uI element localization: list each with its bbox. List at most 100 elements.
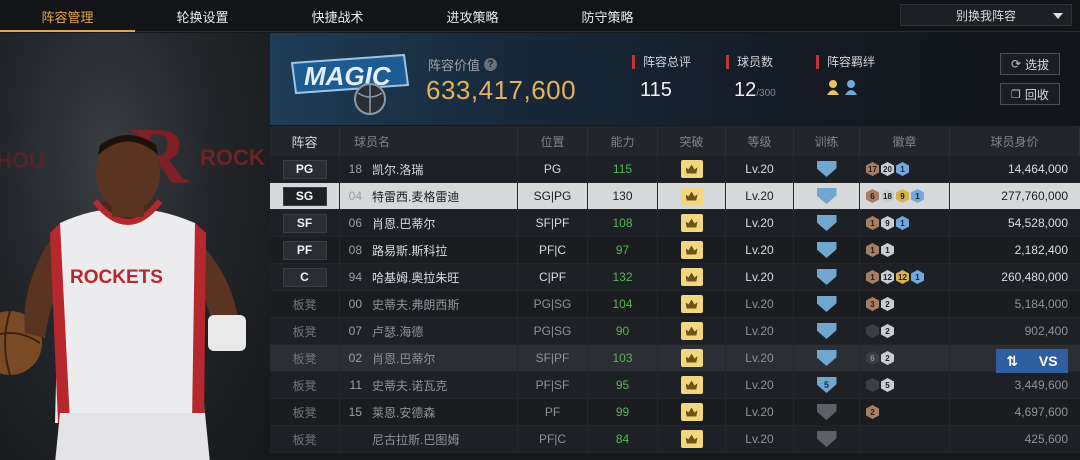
training-icon[interactable]	[816, 161, 837, 177]
tab-rotation-settings[interactable]: 轮换设置	[135, 0, 270, 32]
badge-icon[interactable]: 6	[866, 351, 879, 365]
table-row[interactable]: 板凳 00 史蒂夫.弗朗西斯 PG|SG 104 Lv.20 3 2 5,184,000	[270, 290, 1080, 318]
table-row[interactable]: 板凳 11 史蒂夫.诺瓦克 PF|SF 95 Lv.20 5 5 3,449,600	[270, 371, 1080, 399]
table-row[interactable]: 板凳 15 莱恩.安德森 PF 99 Lv.20 2 4,697,600	[270, 398, 1080, 426]
training-icon[interactable]	[816, 296, 837, 312]
player-name[interactable]: 哈基姆.奥拉朱旺	[368, 263, 518, 291]
table-row[interactable]: 板凳 02 肖恩.巴蒂尔 SF|PF 103 Lv.20 6 2	[270, 344, 1080, 372]
bond-icons[interactable]	[826, 79, 875, 95]
player-position: C|PF	[518, 263, 588, 291]
lineup-slot[interactable]: 板凳	[270, 425, 340, 453]
breakthrough-icon[interactable]	[680, 187, 703, 205]
badge-icon[interactable]	[866, 324, 879, 338]
training-icon[interactable]	[816, 269, 837, 285]
breakthrough-icon[interactable]	[680, 322, 703, 340]
badge-icon[interactable]: 17	[866, 162, 879, 176]
player-name[interactable]: 卢瑟.海德	[368, 317, 518, 345]
breakthrough-icon[interactable]	[680, 376, 703, 394]
training-icon[interactable]	[816, 404, 837, 420]
player-name[interactable]: 尼古拉斯.巴图姆	[368, 425, 518, 453]
breakthrough-icon[interactable]	[680, 430, 703, 448]
player-name[interactable]: 肖恩.巴蒂尔	[368, 344, 518, 372]
select-button[interactable]: ⟳ 选拔	[1000, 53, 1060, 75]
badge-icon[interactable]: 18	[881, 189, 894, 203]
badge-icon[interactable]: 9	[896, 189, 909, 203]
table-row[interactable]: PF 08 路易斯.斯科拉 PF|C 97 Lv.20 1 1 2,182,400	[270, 236, 1080, 264]
badge-icon[interactable]: 1	[866, 216, 879, 230]
tab-lineup-management[interactable]: 阵容管理	[0, 0, 135, 32]
lineup-slot[interactable]: 板凳	[270, 371, 340, 399]
training-icon[interactable]	[816, 188, 837, 204]
lineup-slot[interactable]: 板凳	[270, 344, 340, 372]
badge-icon[interactable]: 2	[866, 405, 879, 419]
breakthrough-icon[interactable]	[680, 160, 703, 178]
lineup-slot[interactable]: 板凳	[270, 317, 340, 345]
table-row[interactable]: SF 06 肖恩.巴蒂尔 SF|PF 108 Lv.20 1 9 1 54,528,000	[270, 209, 1080, 237]
player-count: 12	[734, 79, 757, 101]
breakthrough-icon[interactable]	[680, 241, 703, 259]
help-icon[interactable]: ?	[484, 58, 498, 71]
player-name[interactable]: 史蒂夫.弗朗西斯	[368, 290, 518, 318]
badge-icon[interactable]: 12	[881, 270, 894, 284]
badge-icon[interactable]: 1	[866, 270, 879, 284]
tab-defense-strategy[interactable]: 防守策略	[540, 0, 675, 32]
player-name[interactable]: 史蒂夫.诺瓦克	[368, 371, 518, 399]
lineup-slot[interactable]: PF	[270, 236, 340, 264]
player-name[interactable]: 凯尔.洛瑞	[368, 155, 518, 183]
lineup-slot[interactable]: C	[270, 263, 340, 291]
training-icon[interactable]	[816, 242, 837, 258]
badge-icon[interactable]: 20	[881, 162, 894, 176]
badge-icon[interactable]: 9	[881, 216, 894, 230]
lineup-slot[interactable]: 板凳	[270, 398, 340, 426]
table-row[interactable]: C 94 哈基姆.奥拉朱旺 C|PF 132 Lv.20 1 12 12 1 260,480,000	[270, 263, 1080, 291]
badge-icon[interactable]: 5	[881, 378, 894, 392]
recycle-button[interactable]: ❐ 回收	[1000, 83, 1060, 105]
badges-cell: 2	[860, 317, 950, 345]
player-name[interactable]: 肖恩.巴蒂尔	[368, 209, 518, 237]
table-row[interactable]: 板凳 尼古拉斯.巴图姆 PF|C 84 Lv.20 425,600	[270, 425, 1080, 453]
table-row[interactable]: PG 18 凯尔.洛瑞 PG 115 Lv.20 17 20 1 14,464,000	[270, 155, 1080, 183]
training-icon[interactable]	[816, 323, 837, 339]
training-icon[interactable]	[816, 215, 837, 231]
lineup-slot[interactable]: PG	[270, 155, 340, 183]
bond-box: 阵容羁绊	[816, 55, 875, 95]
badge-icon[interactable]: 2	[881, 297, 894, 311]
badge-icon[interactable]	[866, 378, 879, 392]
tab-offense-strategy[interactable]: 进攻策略	[405, 0, 540, 32]
breakthrough-cell	[658, 398, 726, 426]
badge-icon[interactable]: 2	[881, 324, 894, 338]
breakthrough-icon[interactable]	[680, 214, 703, 232]
compare-button-label: VS	[1038, 353, 1058, 369]
training-icon[interactable]	[816, 431, 837, 447]
badge-icon[interactable]: 1	[896, 216, 909, 230]
lineup-slot[interactable]: 板凳	[270, 290, 340, 318]
table-row[interactable]: SG 04 特雷西.麦格雷迪 SG|PG 130 Lv.20 6 18 9 1 277,760,00…	[270, 182, 1080, 210]
crown-icon	[685, 218, 698, 228]
badge-icon[interactable]: 3	[866, 297, 879, 311]
badge-icon[interactable]: 1	[866, 243, 879, 257]
badge-icon[interactable]: 1	[911, 189, 924, 203]
breakthrough-icon[interactable]	[680, 349, 703, 367]
breakthrough-icon[interactable]	[680, 295, 703, 313]
player-level: Lv.20	[726, 398, 794, 426]
badge-icon[interactable]: 1	[896, 162, 909, 176]
training-icon[interactable]: 5	[816, 377, 837, 393]
player-salary: 14,464,000	[1007, 162, 1068, 176]
breakthrough-icon[interactable]	[680, 403, 703, 421]
player-name[interactable]: 路易斯.斯科拉	[368, 236, 518, 264]
badge-icon[interactable]: 1	[911, 270, 924, 284]
player-name[interactable]: 莱恩.安德森	[368, 398, 518, 426]
lineup-select[interactable]: 别换我阵容	[900, 4, 1072, 26]
badge-icon[interactable]: 1	[881, 243, 894, 257]
table-row[interactable]: 板凳 07 卢瑟.海德 PG|SG 90 Lv.20 2 902,400	[270, 317, 1080, 345]
breakthrough-icon[interactable]	[680, 268, 703, 286]
lineup-slot[interactable]: SF	[270, 209, 340, 237]
badge-icon[interactable]: 6	[866, 189, 879, 203]
compare-button[interactable]: ⇅ VS	[996, 349, 1068, 373]
badge-icon[interactable]: 2	[881, 351, 894, 365]
lineup-slot[interactable]: SG	[270, 182, 340, 210]
tab-quick-tactics[interactable]: 快捷战术	[270, 0, 405, 32]
training-icon[interactable]	[816, 350, 837, 366]
player-name[interactable]: 特雷西.麦格雷迪	[368, 182, 518, 210]
badge-icon[interactable]: 12	[896, 270, 909, 284]
